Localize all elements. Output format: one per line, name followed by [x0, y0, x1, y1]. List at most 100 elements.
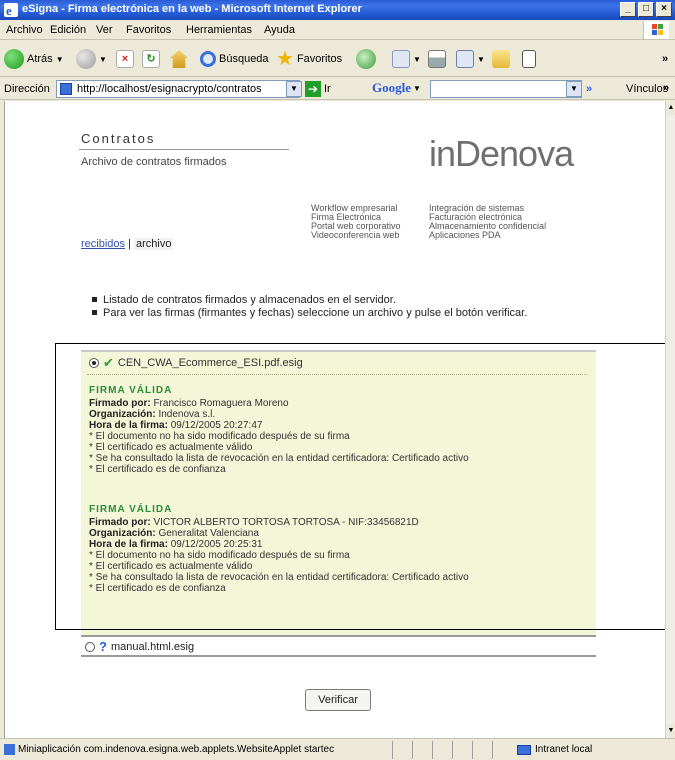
- services-right: Integración de sistemas Facturación elec…: [429, 204, 546, 240]
- scroll-up-icon[interactable]: ▲: [666, 101, 675, 115]
- file-divider: [81, 655, 596, 657]
- status-text: Miniaplicación com.indenova.esigna.web.a…: [18, 744, 335, 755]
- checkmark-icon: ✔: [103, 355, 114, 370]
- print-button[interactable]: [428, 47, 446, 71]
- signature-check: * El certificado es actualmente válido: [89, 561, 253, 572]
- address-url: http://localhost/esignacrypto/contratos: [77, 83, 262, 95]
- menu-herramientas[interactable]: Herramientas: [186, 24, 252, 36]
- list-item: Listado de contratos firmados y almacena…: [91, 294, 591, 307]
- google-more-label[interactable]: »: [586, 83, 592, 95]
- page-icon: [60, 83, 72, 95]
- back-button[interactable]: Atrás ▼: [4, 47, 64, 71]
- signature-block: FIRMA VÁLIDA Firmado por: VICTOR ALBERTO…: [89, 504, 469, 594]
- menu-archivo[interactable]: Archivo: [6, 24, 43, 36]
- toolbar-more-button[interactable]: »: [662, 47, 668, 71]
- verify-button[interactable]: Verificar: [305, 689, 371, 711]
- signature-status: FIRMA VÁLIDA: [89, 504, 173, 515]
- favorites-label: Favoritos: [296, 53, 343, 65]
- file-separator: [87, 374, 587, 375]
- file-radio[interactable]: [85, 641, 95, 652]
- address-input[interactable]: http://localhost/esignacrypto/contratos: [56, 80, 300, 98]
- security-zone: Intranet local: [517, 744, 592, 755]
- toolbar-more-label: »: [662, 53, 669, 65]
- nav-recibidos-link[interactable]: recibidos: [81, 238, 125, 250]
- file-name: manual.html.esig: [110, 640, 195, 653]
- service-item: Aplicaciones PDA: [429, 230, 501, 240]
- menu-ver[interactable]: Ver: [96, 24, 113, 36]
- print-icon: [428, 50, 446, 68]
- file-radio-selected[interactable]: [89, 358, 99, 368]
- search-button[interactable]: Búsqueda: [200, 47, 269, 71]
- org-value: Generalitat Valenciana: [158, 528, 259, 539]
- status-divider: [432, 741, 433, 759]
- forward-button[interactable]: ▼: [76, 47, 107, 71]
- signature-check: * El certificado es de confianza: [89, 583, 226, 594]
- edit-button[interactable]: ▼: [456, 47, 485, 71]
- go-arrow-icon: ➔: [305, 81, 321, 97]
- home-button[interactable]: [170, 47, 188, 71]
- forward-arrow-icon: [76, 49, 96, 69]
- folder-button[interactable]: [492, 47, 510, 71]
- signature-check: * El certificado es actualmente válido: [89, 442, 253, 453]
- indenova-logo: inDenova: [429, 133, 574, 174]
- signature-status: FIRMA VÁLIDA: [89, 385, 173, 396]
- signer-value: Francisco Romaguera Moreno: [153, 398, 289, 409]
- signature-check: * Se ha consultado la lista de revocació…: [89, 453, 469, 464]
- maximize-button[interactable]: □: [638, 2, 654, 17]
- google-dropdown-icon[interactable]: ▼: [566, 81, 582, 97]
- ie-icon: e: [4, 3, 18, 18]
- google-toolbar-button[interactable]: Google ▼: [372, 80, 421, 96]
- status-divider: [472, 741, 473, 759]
- nav-separator: |: [128, 238, 131, 250]
- file-row[interactable]: ? manual.html.esig: [85, 639, 194, 654]
- applet-icon: [4, 744, 15, 755]
- home-icon: [170, 50, 188, 68]
- messenger-button[interactable]: [522, 47, 536, 71]
- signer-value: VICTOR ALBERTO TORTOSA TORTOSA - NIF:334…: [153, 517, 419, 528]
- document-icon: [522, 50, 536, 68]
- file-row[interactable]: ✔ CEN_CWA_Ecommerce_ESI.pdf.esig: [89, 355, 303, 371]
- menu-edicion[interactable]: Edición: [50, 24, 86, 36]
- address-dropdown-icon[interactable]: ▼: [286, 81, 302, 97]
- file-name: CEN_CWA_Ecommerce_ESI.pdf.esig: [117, 357, 303, 369]
- go-button[interactable]: ➔ Ir: [305, 81, 331, 97]
- status-divider: [412, 741, 413, 759]
- favorites-button[interactable]: ★ Favoritos: [276, 47, 342, 71]
- title-divider: [79, 149, 289, 150]
- signature-check: * El certificado es de confianza: [89, 464, 226, 475]
- signature-check: * El documento no ha sido modificado des…: [89, 550, 350, 561]
- vertical-scrollbar[interactable]: ▲ ▼: [665, 101, 675, 738]
- selected-file-panel: ✔ CEN_CWA_Ecommerce_ESI.pdf.esig FIRMA V…: [81, 350, 596, 637]
- time-label: Hora de la firma:: [89, 420, 168, 431]
- services-left: Workflow empresarial Firma Electrónica P…: [311, 204, 401, 240]
- menu-favoritos[interactable]: Favoritos: [126, 24, 171, 36]
- history-icon: [356, 49, 376, 69]
- minimize-button[interactable]: _: [620, 2, 636, 17]
- windows-flag-icon: [643, 21, 669, 39]
- page-content: Contratos Archivo de contratos firmados …: [4, 101, 667, 738]
- scroll-down-icon[interactable]: ▼: [666, 724, 675, 738]
- menu-ayuda[interactable]: Ayuda: [264, 24, 295, 36]
- zone-label: Intranet local: [535, 744, 593, 755]
- edit-icon: [456, 50, 474, 68]
- time-label: Hora de la firma:: [89, 539, 168, 550]
- org-label: Organización:: [89, 409, 156, 420]
- google-search-input[interactable]: [430, 80, 582, 98]
- page-title: Contratos: [81, 131, 156, 146]
- instructions-list: Listado de contratos firmados y almacena…: [91, 294, 591, 320]
- section-nav: recibidos | archivo: [81, 238, 174, 250]
- history-button[interactable]: [356, 47, 376, 71]
- links-label[interactable]: Vínculos: [626, 83, 668, 95]
- close-button[interactable]: ×: [656, 2, 672, 17]
- links-more-label[interactable]: »: [663, 82, 669, 94]
- list-item: Para ver las firmas (firmantes y fechas)…: [91, 307, 591, 320]
- folder-icon: [492, 50, 510, 68]
- refresh-button[interactable]: ↻: [142, 47, 160, 71]
- nav-archivo[interactable]: archivo: [134, 238, 174, 250]
- status-divider: [392, 741, 393, 759]
- refresh-icon: ↻: [142, 50, 160, 68]
- stop-button[interactable]: ×: [116, 47, 134, 71]
- go-label: Ir: [324, 83, 331, 95]
- mail-button[interactable]: ▼: [392, 47, 421, 71]
- title-bar: e eSigna - Firma electrónica en la web -…: [0, 0, 675, 20]
